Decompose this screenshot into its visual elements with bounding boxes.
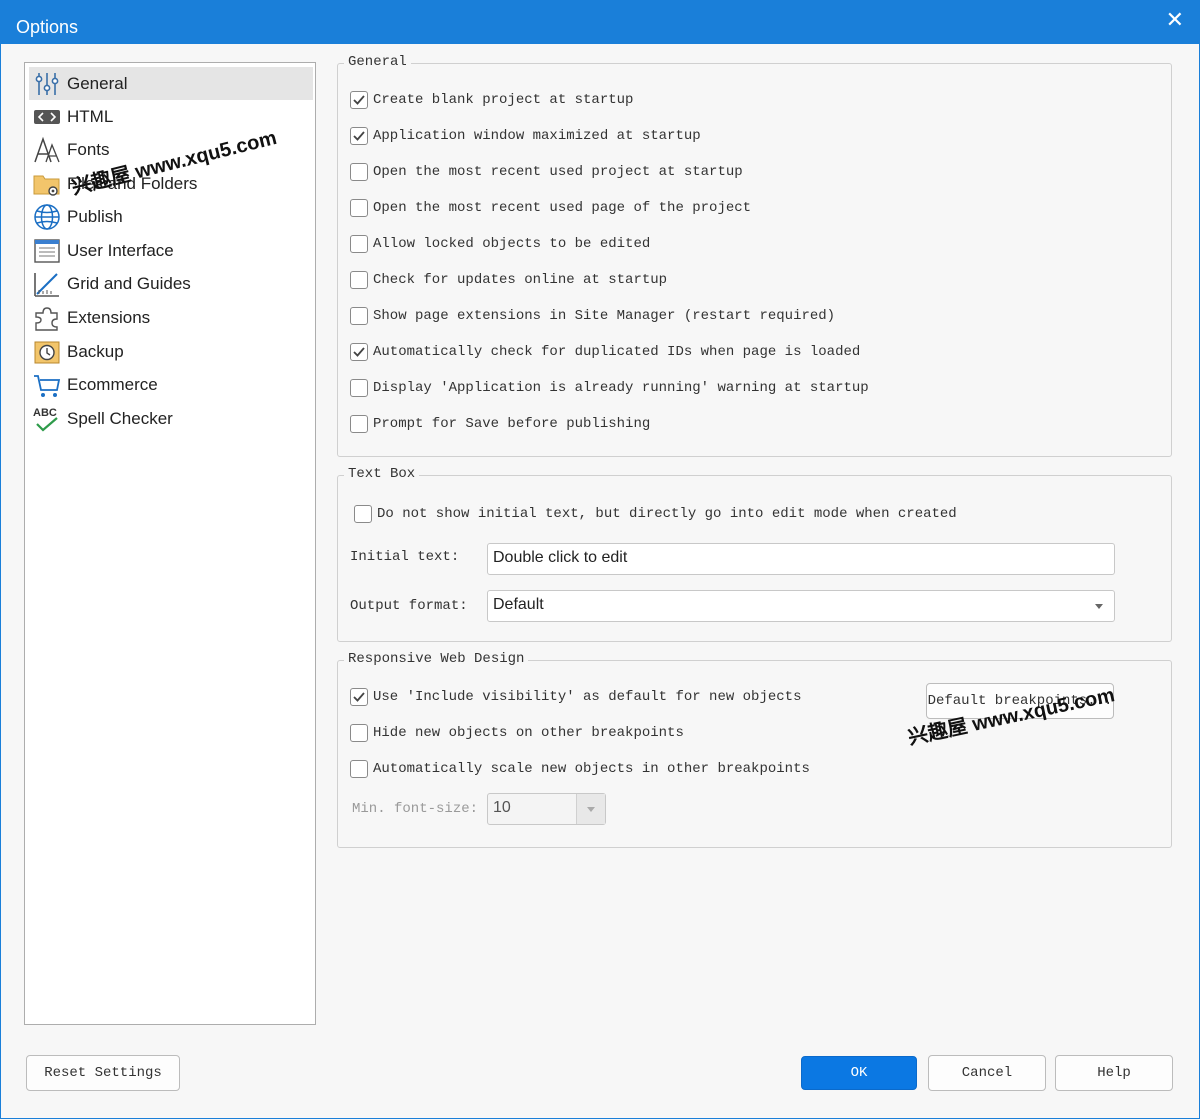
checkbox-box[interactable] — [350, 760, 368, 778]
sidebar-item-label: Files and Folders — [67, 174, 198, 193]
group-legend: General — [344, 54, 411, 70]
sidebar-item-label: Fonts — [67, 140, 110, 159]
sidebar-item-label: Ecommerce — [67, 375, 158, 394]
font-icon — [34, 136, 60, 163]
group-legend: Text Box — [344, 466, 420, 482]
checkbox-box[interactable] — [354, 505, 372, 523]
checkbox-label: Automatically scale new objects in other… — [373, 761, 810, 777]
checkbox-box[interactable] — [350, 379, 368, 397]
checkbox-label: Do not show initial text, but directly g… — [377, 506, 957, 522]
sidebar-item-general[interactable]: General — [29, 67, 313, 100]
checkbox-box[interactable] — [350, 724, 368, 742]
sidebar-item-publish[interactable]: Publish — [29, 200, 313, 233]
sidebar-item-files-and-folders[interactable]: Files and Folders — [29, 167, 313, 200]
min-font-size-input[interactable]: 10 — [487, 793, 606, 825]
checkbox-box[interactable] — [350, 271, 368, 289]
window-layout-icon — [34, 239, 60, 263]
checkbox-label: Use 'Include visibility' as default for … — [373, 689, 802, 705]
sliders-icon — [35, 73, 59, 95]
backup-clock-icon — [34, 341, 60, 364]
checkmark-icon — [353, 95, 365, 105]
default-breakpoints-button[interactable]: Default breakpoints... — [926, 683, 1114, 719]
checkbox-label: Prompt for Save before publishing — [373, 416, 651, 432]
checkbox-label: Application window maximized at startup — [373, 128, 701, 144]
checkbox-box[interactable] — [350, 688, 368, 706]
sidebar-item-label: Grid and Guides — [67, 274, 191, 293]
checkbox-label: Open the most recent used project at sta… — [373, 164, 743, 180]
help-button[interactable]: Help — [1055, 1055, 1173, 1091]
globe-icon — [34, 204, 60, 230]
abc-text: ABC — [33, 407, 57, 419]
checkbox-box[interactable] — [350, 235, 368, 253]
sidebar-item-extensions[interactable]: Extensions — [29, 301, 313, 334]
sidebar-item-grid-and-guides[interactable]: Grid and Guides — [29, 267, 313, 300]
min-font-size-label: Min. font-size: — [352, 801, 479, 817]
sidebar-item-html[interactable]: HTML — [29, 100, 313, 133]
sidebar-item-spell-checker[interactable]: ABC Spell Checker — [29, 402, 313, 435]
abc-check-icon: ABC — [33, 407, 58, 432]
checkbox-box[interactable] — [350, 415, 368, 433]
sidebar-item-backup[interactable]: Backup — [29, 335, 313, 368]
reset-settings-button[interactable]: Reset Settings — [26, 1055, 180, 1091]
sidebar-item-label: Backup — [67, 342, 124, 361]
shopping-cart-icon — [34, 375, 61, 397]
ok-button[interactable]: OK — [801, 1056, 917, 1090]
sidebar-item-fonts[interactable]: Fonts — [29, 133, 313, 166]
checkbox-label: Create blank project at startup — [373, 92, 634, 108]
checkbox-box[interactable] — [350, 127, 368, 145]
select-value: Default — [493, 596, 544, 613]
checkmark-icon — [353, 131, 365, 141]
title-bar: Options ✕ — [0, 0, 1200, 44]
checkbox-box[interactable] — [350, 91, 368, 109]
checkbox-box[interactable] — [350, 307, 368, 325]
output-format-select[interactable]: Default — [487, 590, 1115, 622]
close-icon[interactable]: ✕ — [1166, 7, 1184, 33]
grid-ruler-icon — [34, 273, 59, 297]
chevron-down-icon — [587, 807, 595, 812]
folder-gear-icon — [33, 175, 60, 196]
checkbox-box[interactable] — [350, 343, 368, 361]
checkmark-icon — [353, 347, 365, 357]
sidebar-item-label: Spell Checker — [67, 409, 173, 428]
input-value: 10 — [493, 799, 511, 816]
sidebar-item-label: Publish — [67, 207, 123, 226]
chevron-down-icon[interactable] — [1095, 604, 1103, 609]
checkbox-label: Open the most recent used page of the pr… — [373, 200, 752, 216]
checkbox-label: Check for updates online at startup — [373, 272, 668, 288]
puzzle-icon — [35, 307, 58, 331]
html-tag-icon — [34, 110, 60, 124]
checkbox-label: Automatically check for duplicated IDs w… — [373, 344, 861, 360]
sidebar-item-label: User Interface — [67, 241, 174, 260]
sidebar-item-label: General — [67, 74, 128, 93]
sidebar-item-user-interface[interactable]: User Interface — [29, 234, 313, 267]
checkmark-icon — [353, 692, 365, 702]
checkbox-box[interactable] — [350, 163, 368, 181]
sidebar-item-ecommerce[interactable]: Ecommerce — [29, 368, 313, 401]
checkbox-label: Display 'Application is already running'… — [373, 380, 869, 396]
initial-text-input[interactable]: Double click to edit — [487, 543, 1115, 575]
sidebar-item-label: HTML — [67, 107, 114, 126]
input-value: Double click to edit — [493, 549, 628, 566]
dropdown-button[interactable] — [576, 794, 605, 824]
checkbox-label: Show page extensions in Site Manager (re… — [373, 308, 836, 324]
checkbox-box[interactable] — [350, 199, 368, 217]
general-group: General — [337, 54, 1172, 457]
initial-text-label: Initial text: — [350, 549, 460, 565]
sidebar-item-label: Extensions — [67, 308, 151, 327]
cancel-button[interactable]: Cancel — [928, 1055, 1046, 1091]
output-format-label: Output format: — [350, 598, 468, 614]
window-title: Options — [16, 17, 79, 37]
checkbox-label: Allow locked objects to be edited — [373, 236, 651, 252]
options-category-list[interactable]: General HTML Fonts Files and Folders Pub… — [24, 62, 316, 1025]
group-legend: Responsive Web Design — [344, 651, 529, 667]
checkbox-label: Hide new objects on other breakpoints — [373, 725, 684, 741]
